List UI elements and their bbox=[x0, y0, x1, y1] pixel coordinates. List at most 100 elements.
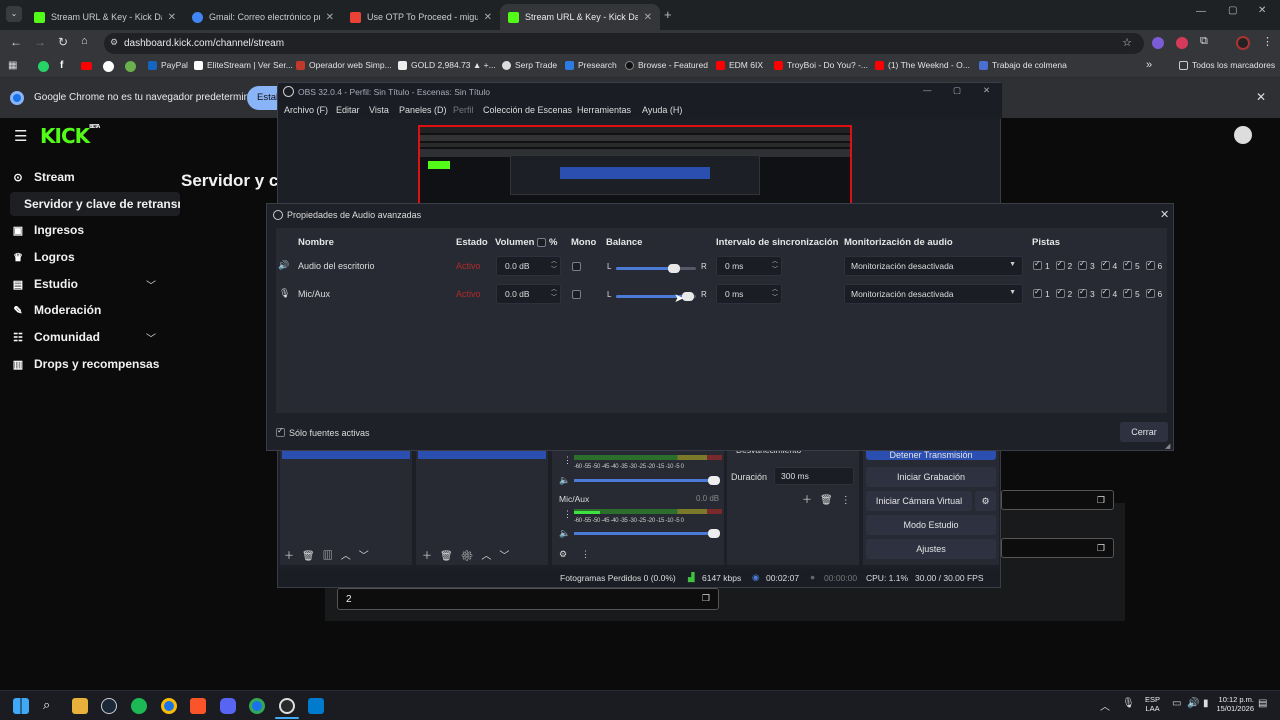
monitoring-select[interactable]: Monitorización desactivada ▼ bbox=[844, 284, 1023, 304]
obs-preview[interactable] bbox=[418, 125, 852, 205]
settings-button[interactable]: Ajustes bbox=[866, 539, 996, 559]
remove-transition-icon[interactable]: 🗑 bbox=[820, 495, 841, 506]
bookmark-edm6ix[interactable]: EDM 6IX bbox=[716, 60, 763, 70]
track-checkbox-2[interactable] bbox=[1055, 287, 1065, 298]
copy-icon[interactable]: ❐ bbox=[702, 593, 710, 604]
volume-slider-2[interactable] bbox=[574, 529, 720, 538]
extensions-puzzle-icon[interactable]: ⧉ bbox=[1200, 35, 1208, 48]
remove-source-icon[interactable]: 🗑 bbox=[440, 551, 461, 562]
more-bookmarks-icon[interactable]: » bbox=[1146, 59, 1152, 71]
spotify-icon[interactable] bbox=[131, 698, 147, 714]
start-recording-button[interactable]: Iniciar Grabación bbox=[866, 467, 996, 487]
kick-logo[interactable]: KICKBETA bbox=[40, 124, 100, 148]
mixer-menu-icon[interactable]: ⋮ bbox=[563, 455, 572, 466]
bookmark-troyboi[interactable]: TroyBoi - Do You? -... bbox=[774, 60, 868, 70]
chrome-icon[interactable] bbox=[161, 698, 177, 714]
discord-icon[interactable] bbox=[220, 698, 236, 714]
track-checkbox-5[interactable] bbox=[1123, 259, 1132, 270]
bookmark-paypal[interactable]: PayPal bbox=[148, 60, 188, 70]
minimize-window-icon[interactable]: — bbox=[923, 85, 932, 95]
start-virtual-camera-button[interactable]: Iniciar Cámara Virtual bbox=[866, 491, 972, 511]
chrome-icon[interactable] bbox=[249, 698, 265, 714]
spin-arrows-icon[interactable]: ︿ ﹀ bbox=[772, 258, 778, 274]
sidebar-item-ingresos[interactable]: ▣ Ingresos bbox=[12, 223, 84, 237]
youtube-icon[interactable] bbox=[81, 62, 92, 70]
site-info-icon[interactable]: ⚙ bbox=[110, 37, 118, 48]
close-button[interactable]: Cerrar bbox=[1120, 422, 1168, 442]
chrome-menu-icon[interactable]: ⋮ bbox=[1262, 35, 1273, 48]
virtual-camera-settings-icon[interactable]: ⚙ bbox=[975, 491, 996, 511]
notification-icon[interactable]: ▤ bbox=[1258, 698, 1267, 709]
menu-herramientas[interactable]: Herramientas bbox=[577, 105, 631, 115]
apps-grid-icon[interactable]: ▦ bbox=[8, 60, 17, 71]
bookmark-serp-trade[interactable]: Serp Trade bbox=[502, 60, 557, 70]
monitoring-select[interactable]: Monitorización desactivada ▼ bbox=[844, 256, 1023, 276]
tray-chevron-icon[interactable]: ︿ bbox=[1100, 698, 1110, 713]
track-checkbox-1[interactable] bbox=[1033, 287, 1042, 298]
speaker-icon[interactable]: 🔈 bbox=[559, 528, 570, 539]
sidebar-item-moderacion[interactable]: ✎ Moderación bbox=[12, 303, 101, 317]
forward-icon[interactable]: → bbox=[34, 35, 46, 49]
sidebar-item-logros[interactable]: ♛ Logros bbox=[12, 250, 75, 264]
menu-editar[interactable]: Editar bbox=[336, 105, 360, 115]
close-tab-icon[interactable]: ✕ bbox=[644, 12, 652, 23]
search-icon[interactable]: ⌕ bbox=[43, 697, 50, 713]
track-checkbox-3[interactable] bbox=[1078, 259, 1087, 270]
menu-archivo[interactable]: Archivo (F) bbox=[284, 105, 328, 115]
volume-icon[interactable]: 🔊 bbox=[1187, 698, 1199, 709]
track-checkbox-1[interactable] bbox=[1033, 259, 1042, 270]
bookmark-presearch[interactable]: Presearch bbox=[565, 60, 617, 70]
facebook-icon[interactable]: f bbox=[60, 60, 63, 71]
slider-knob[interactable] bbox=[708, 476, 720, 485]
browser-tab-3[interactable]: Use OTP To Proceed - miguels ✕ bbox=[342, 4, 500, 30]
browser-tab-1[interactable]: Stream URL & Key - Kick Dashb ✕ bbox=[26, 4, 184, 30]
language-indicator[interactable]: ESP LAA bbox=[1145, 695, 1160, 713]
percent-checkbox[interactable] bbox=[537, 238, 546, 247]
volume-spinbox[interactable]: 0.0 dB ︿ ﹀ bbox=[496, 284, 561, 304]
move-down-icon[interactable]: ﹀ bbox=[359, 551, 377, 562]
chevron-down-icon[interactable]: ﹀ bbox=[146, 330, 156, 345]
menu-vista[interactable]: Vista bbox=[369, 105, 389, 115]
mono-checkbox[interactable] bbox=[572, 290, 581, 299]
bookmark-weeknd[interactable]: (1) The Weeknd - O... bbox=[875, 60, 970, 70]
close-window-icon[interactable]: ✕ bbox=[983, 85, 990, 96]
spin-arrows-icon[interactable]: ︿ ﹀ bbox=[551, 286, 557, 302]
menu-coleccion-escenas[interactable]: Colección de Escenas bbox=[483, 105, 572, 115]
reload-icon[interactable]: ↻ bbox=[58, 35, 68, 49]
close-tab-icon[interactable]: ✕ bbox=[326, 12, 334, 23]
hamburger-menu-icon[interactable]: ☰ bbox=[14, 127, 27, 145]
spin-arrows-icon[interactable]: ︿ ﹀ bbox=[551, 258, 557, 274]
stream-key-field[interactable]: 2 ❐ bbox=[337, 588, 719, 610]
stream-key-field-2[interactable]: ❐ bbox=[1001, 538, 1114, 558]
bookmark-elitestream[interactable]: EliteStream | Ver Ser... bbox=[194, 60, 293, 70]
add-source-icon[interactable]: ＋ bbox=[422, 551, 440, 562]
all-bookmarks[interactable]: Todos los marcadores bbox=[1179, 60, 1275, 70]
bookmark-browse-featured[interactable]: Browse - Featured bbox=[625, 60, 708, 70]
back-icon[interactable]: ← bbox=[10, 35, 22, 49]
home-icon[interactable]: ⌂ bbox=[81, 35, 88, 47]
bookmark-gold[interactable]: GOLD 2,984.73 ▲ +... bbox=[398, 60, 496, 70]
mixer-settings-icon[interactable]: ⚙ bbox=[559, 549, 567, 560]
chevron-down-icon[interactable]: ﹀ bbox=[146, 277, 156, 292]
user-avatar-icon[interactable] bbox=[1234, 126, 1252, 144]
google-icon[interactable] bbox=[103, 61, 114, 72]
extension-icon[interactable] bbox=[1152, 37, 1164, 49]
sidebar-item-server-key[interactable]: Servidor y clave de retransm bbox=[10, 192, 180, 216]
menu-perfil[interactable]: Perfil bbox=[453, 105, 474, 115]
minimize-window-icon[interactable]: — bbox=[1196, 6, 1206, 17]
copy-icon[interactable]: ❐ bbox=[1097, 543, 1105, 554]
spin-arrows-icon[interactable]: ︿ ﹀ bbox=[772, 286, 778, 302]
sidebar-item-stream[interactable]: ⊙ Stream bbox=[12, 170, 74, 184]
remove-scene-icon[interactable]: 🗑 bbox=[302, 551, 323, 562]
slider-knob[interactable] bbox=[708, 529, 720, 538]
sidebar-item-comunidad[interactable]: ☷ Comunidad bbox=[12, 330, 100, 344]
track-checkbox-4[interactable] bbox=[1100, 259, 1110, 270]
bookmark-operador[interactable]: Operador web Simp... bbox=[296, 60, 392, 70]
obs-icon[interactable] bbox=[279, 698, 295, 714]
sidebar-item-drops[interactable]: ▥ Drops y recompensas bbox=[12, 357, 160, 371]
network-icon[interactable]: ▭ bbox=[1172, 698, 1181, 709]
track-checkbox-6[interactable] bbox=[1145, 259, 1155, 270]
bookmark-icon[interactable] bbox=[125, 61, 136, 72]
bookmark-trabajo[interactable]: Trabajo de colmena bbox=[979, 60, 1067, 70]
transition-more-icon[interactable]: ⋮ bbox=[841, 495, 859, 506]
